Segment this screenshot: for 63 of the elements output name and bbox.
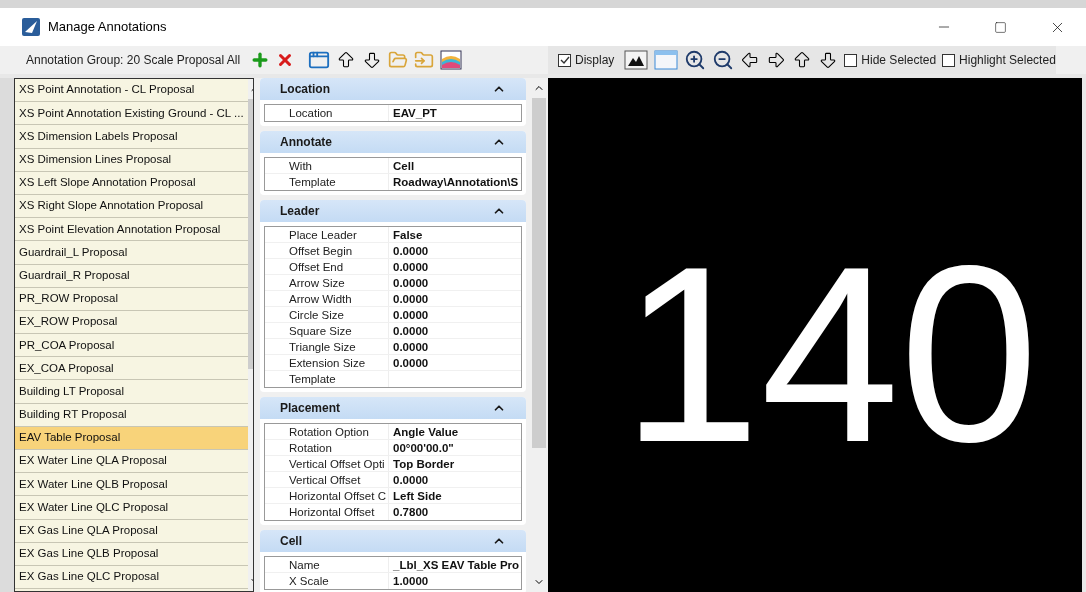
property-value[interactable]: Angle Value	[389, 424, 459, 439]
property-value[interactable]: 0.0000	[389, 259, 429, 274]
gradient-icon[interactable]	[440, 50, 463, 70]
property-label: With	[265, 158, 389, 173]
property-value[interactable]: 0.0000	[389, 472, 429, 487]
property-value[interactable]: False	[389, 227, 423, 242]
checkbox[interactable]: Hide Selected	[844, 51, 937, 69]
property-value[interactable]: 0.0000	[389, 307, 429, 322]
pan-right-icon[interactable]	[766, 50, 787, 70]
checkmark-icon	[559, 55, 570, 65]
maximize-icon[interactable]	[994, 20, 1007, 34]
property-value[interactable]: 0.0000	[389, 323, 429, 338]
property-label: Location	[265, 105, 389, 121]
property-value[interactable]: Roadway\Annotation\S	[389, 174, 519, 190]
property-label: Horizontal Offset C	[265, 488, 389, 503]
section-header[interactable]: Annotate	[260, 131, 526, 153]
section-header[interactable]: Leader	[260, 200, 526, 222]
property-label: Arrow Width	[265, 291, 389, 306]
window-title: Manage Annotations	[48, 18, 167, 37]
property-value[interactable]: 0.0000	[389, 355, 429, 370]
property-label: Place Leader	[265, 227, 389, 242]
property-value[interactable]: 0.0000	[389, 275, 429, 290]
property-value[interactable]: 0.0000	[389, 291, 429, 306]
annotation-group-label: Annotation Group: 20 Scale Proposal All	[26, 52, 241, 69]
windows-icon[interactable]	[308, 49, 331, 71]
property-value[interactable]: 0.0000	[389, 243, 429, 258]
section-header[interactable]: Placement	[260, 397, 526, 419]
annotation-list-item[interactable]: EAV Table Proposal	[15, 426, 248, 450]
property-value[interactable]: 0.0000	[389, 339, 429, 354]
property-label: Name	[265, 557, 389, 572]
property-label: Template	[265, 371, 389, 387]
property-label: Offset End	[265, 259, 389, 274]
property-label: Arrow Size	[265, 275, 389, 290]
zoom-in-icon[interactable]	[684, 49, 707, 71]
property-label: Horizontal Offset	[265, 504, 389, 520]
property-label: X Scale	[265, 573, 389, 589]
scrollbar[interactable]	[530, 78, 548, 592]
zoom-out-icon[interactable]	[712, 49, 735, 71]
property-label: Template	[265, 174, 389, 190]
property-label: Circle Size	[265, 307, 389, 322]
property-label: Offset Begin	[265, 243, 389, 258]
property-label: Extension Size	[265, 355, 389, 370]
preview-text: 140	[621, 230, 1039, 480]
property-value[interactable]: 00°00'00.0"	[389, 440, 454, 455]
property-value[interactable]: EAV_PT	[389, 105, 437, 121]
property-label: Rotation Option	[265, 424, 389, 439]
section-header[interactable]: Cell	[260, 530, 526, 552]
property-label: Triangle Size	[265, 339, 389, 354]
property-label: Rotation	[265, 440, 389, 455]
property-value[interactable]: 1.0000	[389, 573, 429, 589]
property-value[interactable]: Left Side	[389, 488, 442, 503]
image-icon[interactable]	[624, 50, 649, 70]
property-label: Vertical Offset Opti	[265, 456, 389, 471]
property-value[interactable]: Top Border	[389, 456, 455, 471]
property-label: Square Size	[265, 323, 389, 338]
property-label: Vertical Offset	[265, 472, 389, 487]
section-header[interactable]: Location	[260, 78, 526, 100]
app-icon	[22, 18, 40, 36]
property-value[interactable]: 0.7800	[389, 504, 429, 520]
checkbox[interactable]: Highlight Selected	[942, 51, 1056, 69]
property-value[interactable]: Cell	[389, 158, 415, 173]
checkbox[interactable]: Display	[558, 51, 615, 69]
property-value[interactable]: _Lbl_XS EAV Table Pro	[389, 557, 520, 572]
